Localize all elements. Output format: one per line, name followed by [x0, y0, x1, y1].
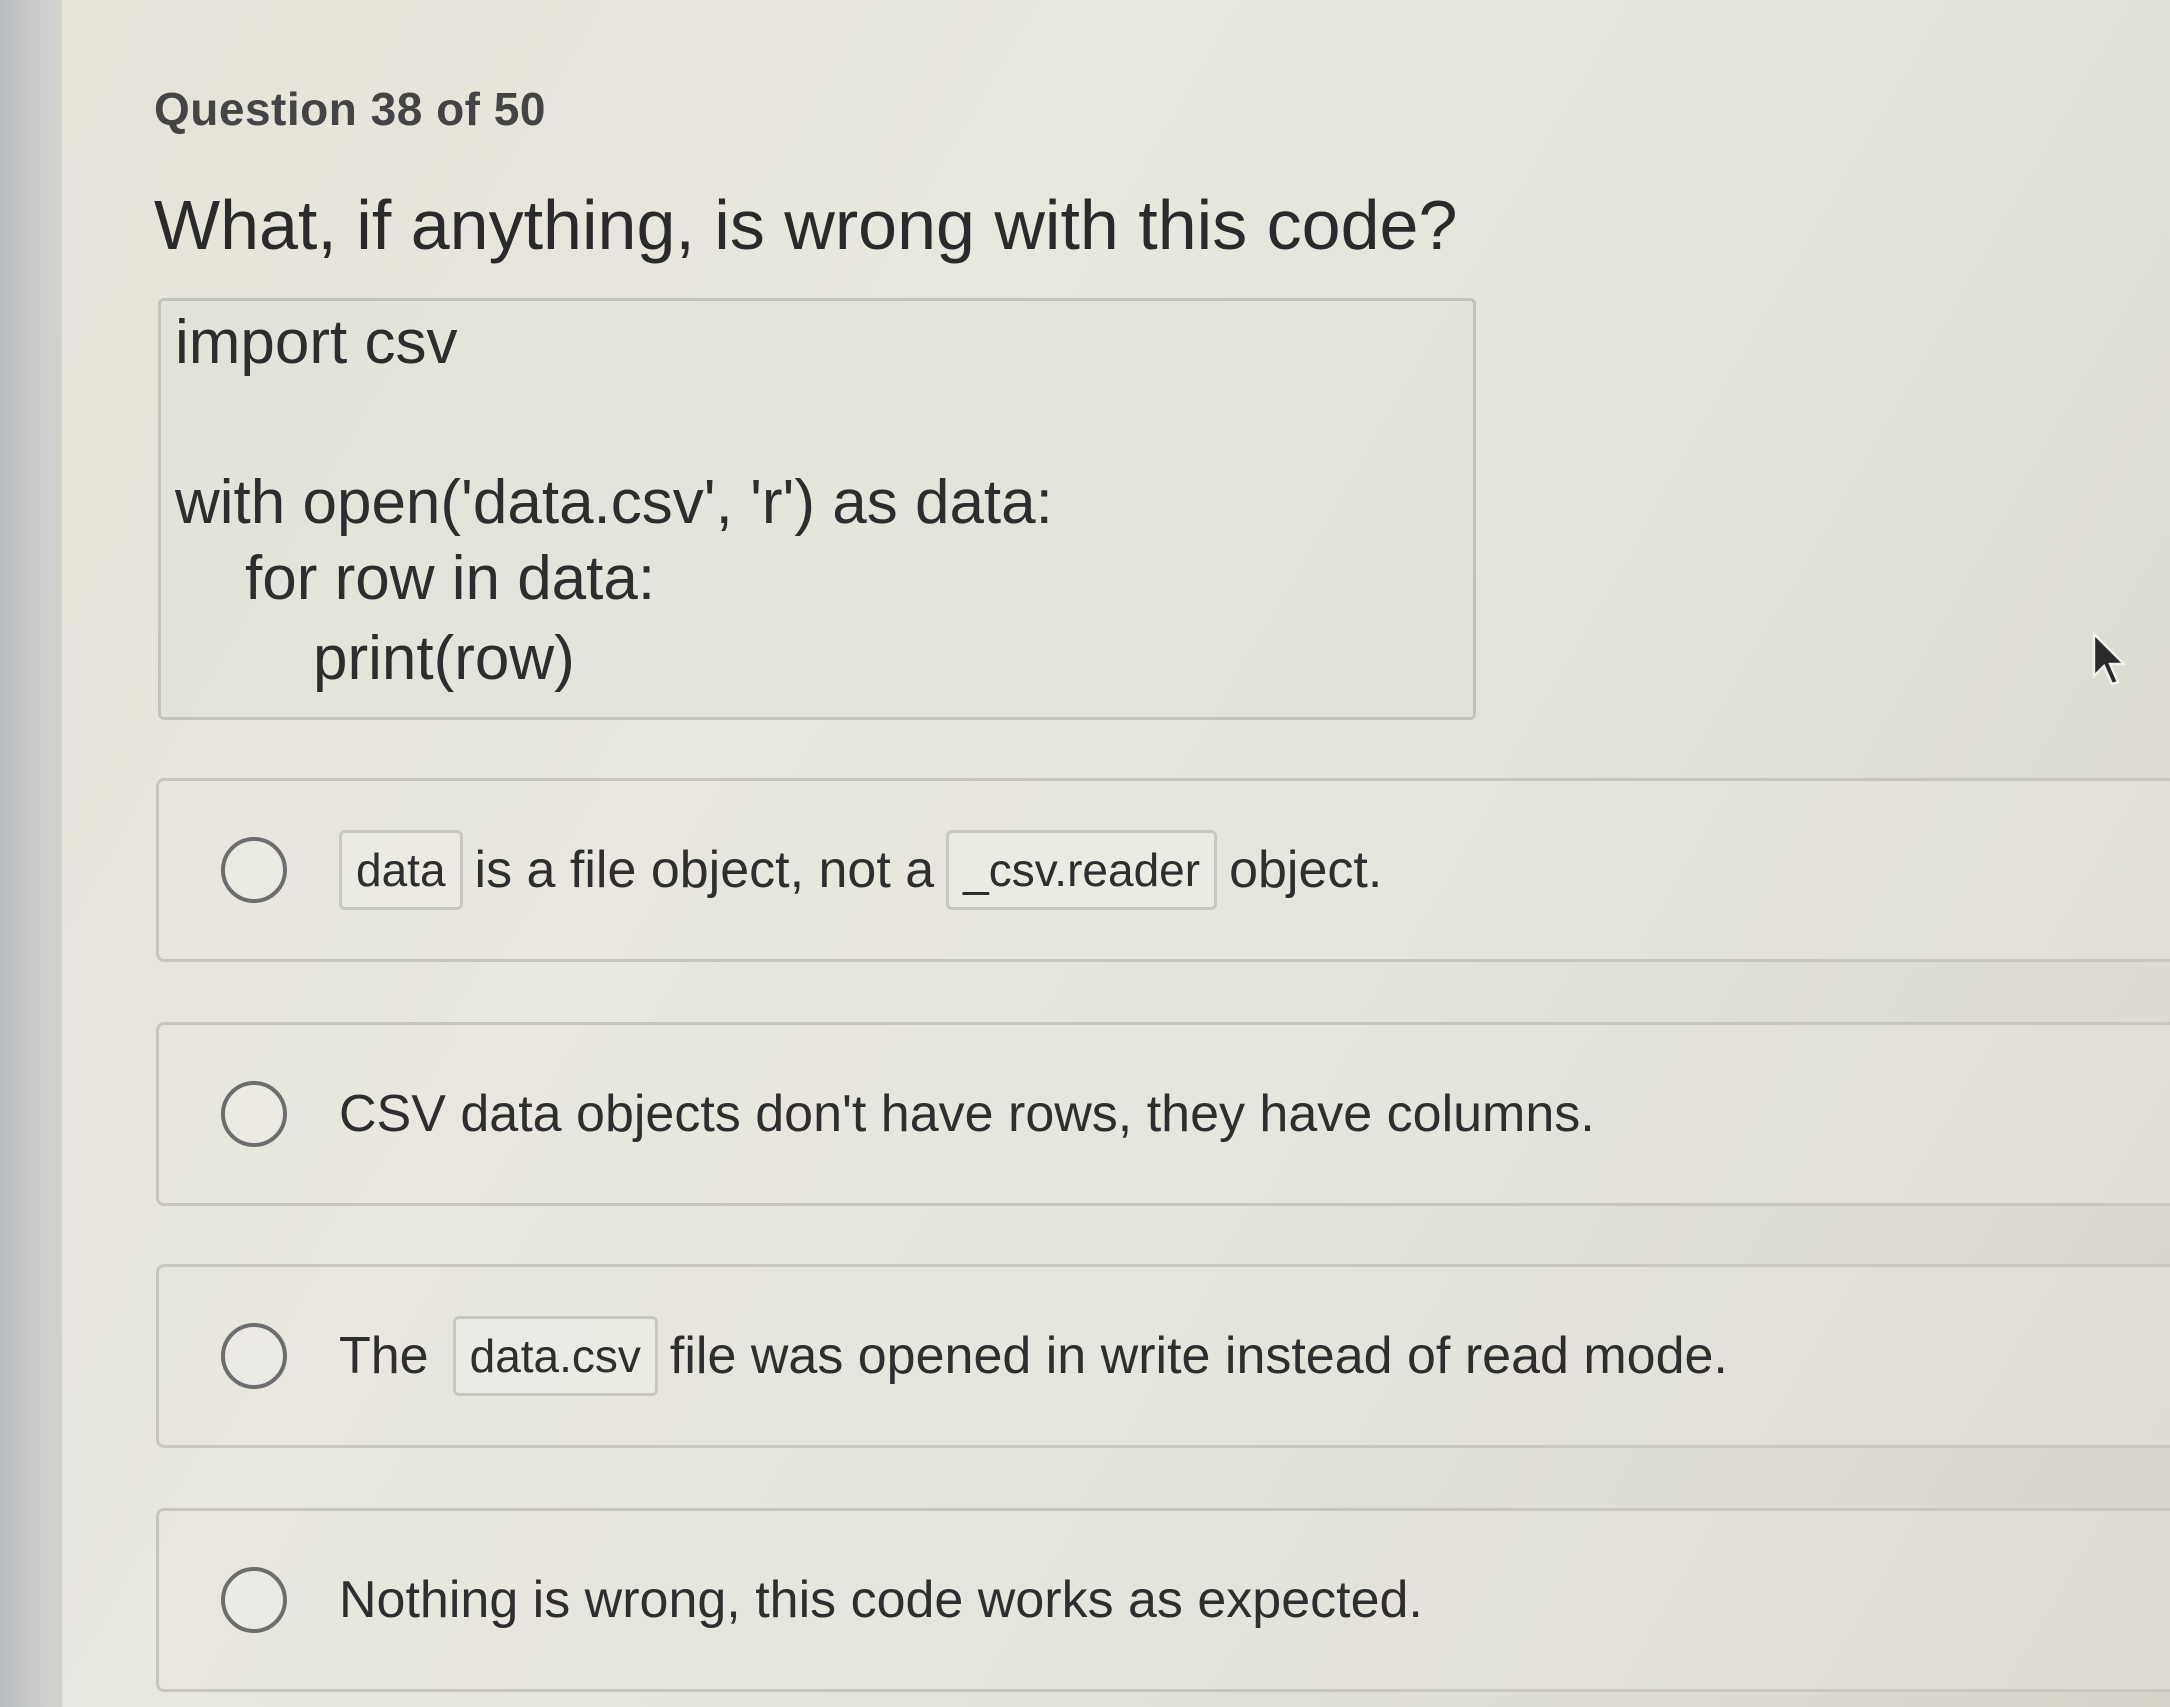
code-block: import csv with open('data.csv', 'r') as… [158, 298, 1476, 720]
answer-option-1-label: data is a file object, not a _csv.reader… [339, 830, 1382, 910]
answer-option-1-text-b: object. [1229, 841, 1383, 899]
answer-option-4[interactable]: Nothing is wrong, this code works as exp… [156, 1508, 2170, 1692]
answer-option-1-text-a: is a file object, not a [474, 841, 935, 899]
radio-button-icon[interactable] [221, 1567, 287, 1633]
inline-code-csv-reader: _csv.reader [946, 830, 1218, 910]
answer-option-3-text-a: The [339, 1327, 429, 1385]
code-line-for-loop: for row in data: [245, 544, 656, 613]
answer-option-3-text-b: file was opened in write instead of read… [669, 1327, 1728, 1385]
screen-background: Question 38 of 50 What, if anything, is … [0, 0, 2170, 1707]
question-prompt: What, if anything, is wrong with this co… [154, 186, 1458, 264]
left-window-edge [0, 0, 62, 1707]
code-line-import: import csv [175, 308, 458, 377]
radio-button-icon[interactable] [221, 837, 287, 903]
radio-button-icon[interactable] [221, 1323, 287, 1389]
answer-option-1[interactable]: data is a file object, not a _csv.reader… [156, 778, 2170, 962]
answer-option-3-label: The data.csv file was opened in write in… [339, 1316, 1728, 1396]
inline-code-data-csv: data.csv [452, 1316, 658, 1396]
answer-option-2[interactable]: CSV data objects don't have rows, they h… [156, 1022, 2170, 1206]
answer-option-3[interactable]: The data.csv file was opened in write in… [156, 1264, 2170, 1448]
code-line-print: print(row) [313, 624, 575, 693]
question-counter: Question 38 of 50 [154, 83, 546, 135]
answer-option-4-label: Nothing is wrong, this code works as exp… [339, 1571, 1423, 1629]
inline-code-data: data [339, 830, 463, 910]
code-line-with-open: with open('data.csv', 'r') as data: [175, 468, 1053, 537]
answer-option-2-label: CSV data objects don't have rows, they h… [339, 1085, 1595, 1143]
radio-button-icon[interactable] [221, 1081, 287, 1147]
